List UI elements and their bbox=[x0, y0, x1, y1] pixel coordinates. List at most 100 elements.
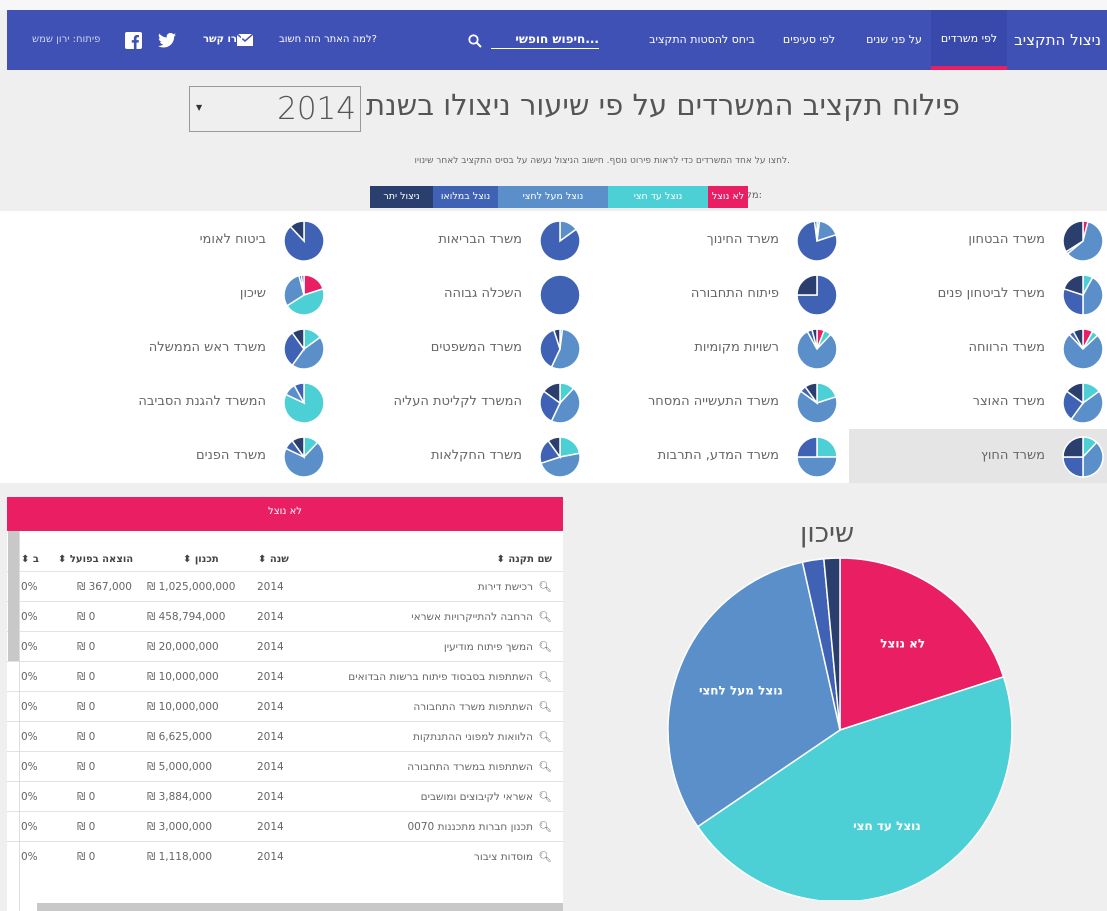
ministry-pie-icon[interactable] bbox=[796, 436, 838, 478]
ministry-item[interactable]: המשרד לקליטת העליה bbox=[330, 375, 588, 429]
ministry-pie-icon[interactable] bbox=[539, 274, 581, 316]
year-value: 2014 bbox=[277, 91, 356, 127]
column-header-year-label: שנה bbox=[269, 554, 289, 565]
search-input[interactable]: חיפוש חופשי... bbox=[491, 32, 599, 49]
ministry-pie-icon[interactable] bbox=[796, 382, 838, 424]
table-row[interactable]: 🔍︎ השתתפות משרד התחבורה 2014 ₪ 10,000,000 ₪ … bbox=[7, 691, 563, 721]
ministry-pie-icon[interactable] bbox=[796, 328, 838, 370]
table-row[interactable]: 🔍︎ השתתפות במשרד התחבורה 2014 ₪ 5,000,000 ₪ … bbox=[7, 751, 563, 781]
why-important-link[interactable]: למה האתר הזה חשוב? bbox=[279, 10, 377, 70]
ministry-item[interactable]: משרד הבטחון bbox=[849, 213, 1107, 267]
ministry-name: רשויות מקומיות bbox=[694, 340, 779, 355]
ministry-item[interactable]: משרד החינוך bbox=[587, 213, 845, 267]
ministry-pie-icon[interactable] bbox=[539, 328, 581, 370]
row-pct: 0% bbox=[21, 641, 38, 653]
row-search-icon[interactable]: 🔍︎ bbox=[539, 662, 552, 692]
ministry-item[interactable]: משרד המשפטים bbox=[330, 321, 588, 375]
table-row[interactable]: 🔍︎ הרחבה להתייקרויות אשראי 2014 ₪ 458,794,0… bbox=[7, 601, 563, 631]
ministry-pie-5-slice-4[interactable] bbox=[796, 274, 818, 296]
ministry-item[interactable]: השכלה גבוהה bbox=[330, 267, 588, 321]
column-header-name[interactable]: ⬍ שם תקנה bbox=[497, 554, 553, 565]
tab-by-ministries[interactable]: לפי משרדים bbox=[931, 10, 1007, 70]
ministry-item[interactable]: פיתוח התחבורה bbox=[587, 267, 845, 321]
ministry-pie-icon[interactable] bbox=[796, 274, 838, 316]
ministry-item[interactable]: משרד האוצר bbox=[849, 375, 1107, 429]
facebook-icon[interactable] bbox=[125, 32, 142, 49]
ministry-pie-icon[interactable] bbox=[1062, 382, 1104, 424]
ministry-pie-icon[interactable] bbox=[1062, 328, 1104, 370]
ministry-item[interactable]: משרד הפנים bbox=[74, 429, 332, 483]
ministry-pie-17-slice-2[interactable] bbox=[796, 456, 838, 478]
column-header-actual[interactable]: ⬍ הוצאה בפועל bbox=[58, 554, 133, 565]
ministry-pie-icon[interactable] bbox=[283, 220, 325, 262]
ministry-item[interactable]: ביטוח לאומי bbox=[74, 213, 332, 267]
ministry-pie-17-slice-3[interactable] bbox=[796, 436, 818, 458]
ministry-item[interactable]: משרד החוץ bbox=[849, 429, 1107, 483]
table-row[interactable]: 🔍︎ אשראי לקיבוצים ומושבים 2014 ₪ 3,884,000 ₪… bbox=[7, 781, 563, 811]
ministry-name: משרד לביטחון פנים bbox=[937, 286, 1045, 301]
table-row[interactable]: 🔍︎ מוסדות ציבור 2014 ₪ 1,118,000 ₪ 0 0% bbox=[7, 841, 563, 871]
row-actual: ₪ 367,000 bbox=[77, 581, 132, 593]
row-search-icon[interactable]: 🔍︎ bbox=[539, 572, 552, 602]
ministry-item[interactable]: משרד הבריאות bbox=[330, 213, 588, 267]
vertical-scrollbar[interactable] bbox=[8, 531, 19, 661]
ministry-pie-icon[interactable] bbox=[796, 220, 838, 262]
ministry-pie-icon[interactable] bbox=[283, 436, 325, 478]
ministry-pie-icon[interactable] bbox=[539, 436, 581, 478]
column-header-year[interactable]: ⬍ שנה bbox=[258, 554, 289, 565]
row-search-icon[interactable]: 🔍︎ bbox=[539, 632, 552, 662]
ministry-name: השכלה גבוהה bbox=[444, 286, 522, 301]
row-search-icon[interactable]: 🔍︎ bbox=[539, 752, 552, 782]
row-name: רכישת דירות bbox=[477, 581, 533, 593]
ministry-pie-icon[interactable] bbox=[1062, 220, 1104, 262]
tab-budget-transfers[interactable]: ביחס להסטות התקציב bbox=[647, 10, 757, 70]
table-row[interactable]: 🔍︎ תכנון חברות מתכננות 0070 2014 ₪ 3,000,00… bbox=[7, 811, 563, 841]
ministry-pie-icon[interactable] bbox=[283, 382, 325, 424]
ministry-item[interactable]: שיכון bbox=[74, 267, 332, 321]
table-row[interactable]: 🔍︎ השתתפות בסבסוד פיתוח ברשות הבדואים 2014… bbox=[7, 661, 563, 691]
ministry-item[interactable]: משרד התעשייה המסחר bbox=[587, 375, 845, 429]
row-search-icon[interactable]: 🔍︎ bbox=[539, 602, 552, 632]
ministry-pie-icon[interactable] bbox=[283, 274, 325, 316]
table-row[interactable]: 🔍︎ המשך פיתוח מודיעין 2014 ₪ 20,000,000 ₪ 0 0… bbox=[7, 631, 563, 661]
ministry-pie-icon[interactable] bbox=[539, 220, 581, 262]
year-select[interactable]: 2014 ▼ bbox=[189, 86, 361, 132]
ministry-pie-icon[interactable] bbox=[1062, 274, 1104, 316]
row-search-icon[interactable]: 🔍︎ bbox=[539, 842, 552, 872]
ministry-item[interactable]: רשויות מקומיות bbox=[587, 321, 845, 375]
row-search-icon[interactable]: 🔍︎ bbox=[539, 782, 552, 812]
column-header-planned[interactable]: ⬍ תכנון bbox=[183, 554, 219, 565]
row-search-icon[interactable]: 🔍︎ bbox=[539, 692, 552, 722]
row-pct: 0% bbox=[21, 611, 38, 623]
ministry-item[interactable]: משרד הרווחה bbox=[849, 321, 1107, 375]
tab-over-years[interactable]: על פני שנים bbox=[863, 10, 925, 70]
ministry-pie-16-slice-3[interactable] bbox=[1062, 456, 1084, 478]
ministry-name: משרד הפנים bbox=[196, 448, 266, 463]
ministry-item[interactable]: משרד ראש הממשלה bbox=[74, 321, 332, 375]
ministry-pie-6-slice-3[interactable] bbox=[539, 274, 581, 316]
row-search-icon[interactable]: 🔍︎ bbox=[539, 722, 552, 752]
column-header-pct[interactable]: ⬍ ב bbox=[21, 554, 39, 565]
brand-title[interactable]: ניצול התקציב bbox=[1014, 10, 1101, 70]
ministry-item[interactable]: משרד המדע, התרבות bbox=[587, 429, 845, 483]
ministry-pie-17-slice-1[interactable] bbox=[816, 436, 838, 458]
ministry-pie-icon[interactable] bbox=[283, 328, 325, 370]
ministry-pie-icon[interactable] bbox=[539, 382, 581, 424]
tab-by-sections[interactable]: לפי סעיפים bbox=[777, 10, 841, 70]
row-planned: ₪ 458,794,000 bbox=[147, 611, 226, 623]
row-planned: ₪ 20,000,000 bbox=[147, 641, 219, 653]
ministry-item[interactable]: המשרד להגנת הסביבה bbox=[74, 375, 332, 429]
ministry-pie-icon[interactable] bbox=[1062, 436, 1104, 478]
table-row[interactable]: 🔍︎ רכישת דירות 2014 ₪ 1,025,000,000 ₪ 367,00… bbox=[7, 571, 563, 601]
horizontal-scrollbar[interactable] bbox=[37, 903, 563, 911]
ministry-item[interactable]: משרד לביטחון פנים bbox=[849, 267, 1107, 321]
ministry-pie-16-slice-4[interactable] bbox=[1062, 436, 1084, 458]
row-actual: ₪ 0 bbox=[77, 731, 96, 743]
contact-link[interactable]: צרו קשר bbox=[203, 10, 243, 70]
legend-fully-used: נוצל במלואו bbox=[433, 186, 498, 208]
twitter-icon[interactable] bbox=[158, 33, 176, 48]
row-search-icon[interactable]: 🔍︎ bbox=[539, 812, 552, 842]
table-row[interactable]: 🔍︎ הלוואות למפוני ההתנתקות 2014 ₪ 6,625,000… bbox=[7, 721, 563, 751]
search-icon[interactable] bbox=[468, 34, 482, 48]
ministry-item[interactable]: משרד החקלאות bbox=[330, 429, 588, 483]
